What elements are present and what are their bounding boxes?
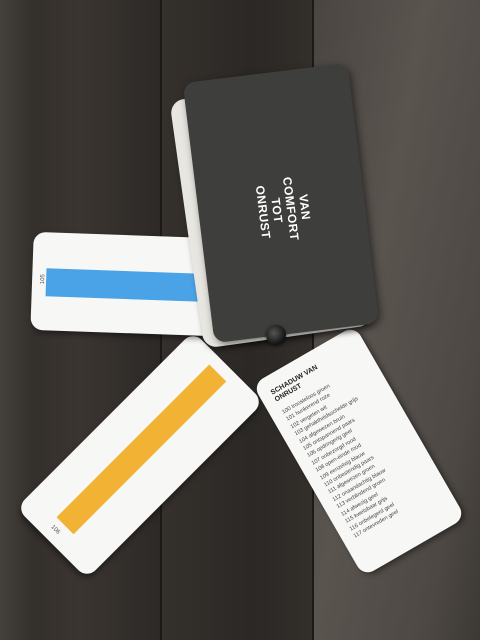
yellow-card-number: 106 <box>49 524 61 536</box>
binding-rivet <box>266 325 286 345</box>
cover-title: VAN COMFORT TOT ONRUST <box>251 162 318 258</box>
blue-card-number: 105 <box>39 274 47 285</box>
black-cover-card: VAN COMFORT TOT ONRUST <box>182 62 380 344</box>
photo-scene: 106 105 SCHADUW VAN ONRUST 100 troostelo… <box>0 0 480 640</box>
sunlight-patch <box>0 0 34 640</box>
